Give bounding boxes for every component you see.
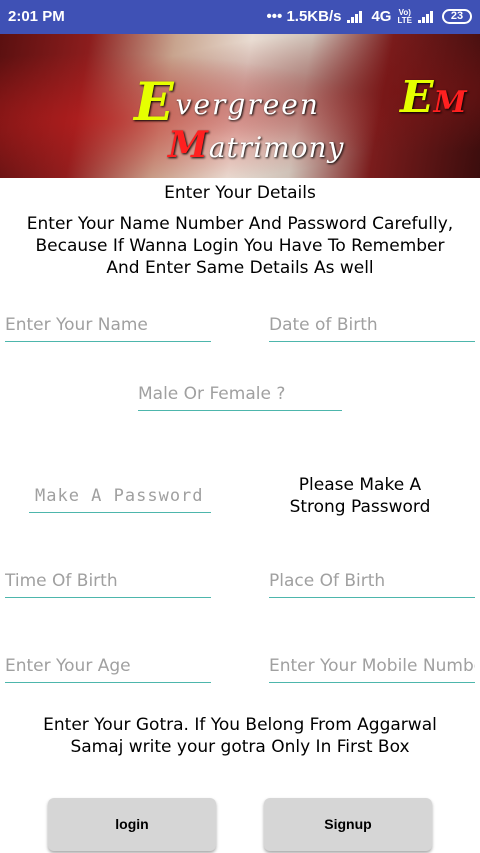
password-input[interactable]: Make A Password <box>29 486 211 513</box>
name-input[interactable]: Enter Your Name <box>5 315 211 342</box>
form-heading: Enter Your Details <box>164 183 316 203</box>
gender-input[interactable]: Male Or Female ? <box>138 384 342 411</box>
logo-matrimony-text: Matrimony <box>168 124 345 166</box>
status-time: 2:01 PM <box>8 8 65 25</box>
time-of-birth-input[interactable]: Time Of Birth <box>5 571 211 598</box>
signup-button[interactable]: Signup <box>264 798 432 851</box>
network-speed: ••• 1.5KB/s <box>266 8 342 25</box>
mobile-number-input[interactable]: Enter Your Mobile Number <box>269 656 475 683</box>
app-banner: Evergreen Matrimony EM <box>0 34 480 178</box>
volte-icon: Vo) LTE <box>397 7 412 25</box>
signal-icon-2 <box>418 10 436 23</box>
login-button[interactable]: login <box>48 798 216 851</box>
dob-input[interactable]: Date of Birth <box>269 315 475 342</box>
em-logo-badge: EM <box>400 72 467 123</box>
password-strength-note: Please Make A Strong Password <box>289 475 431 517</box>
age-input[interactable]: Enter Your Age <box>5 656 211 683</box>
form-instructions: Enter Your Name Number And Password Care… <box>26 214 454 278</box>
signal-icon <box>347 10 365 23</box>
status-icons: ••• 1.5KB/s 4G Vo) LTE 23 <box>267 8 472 25</box>
battery-icon: 23 <box>442 9 472 24</box>
network-type: 4G <box>371 8 392 25</box>
place-of-birth-input[interactable]: Place Of Birth <box>269 571 475 598</box>
gotra-instructions: Enter Your Gotra. If You Belong From Agg… <box>43 715 437 757</box>
status-bar: 2:01 PM ••• 1.5KB/s 4G Vo) LTE 23 <box>0 0 480 34</box>
